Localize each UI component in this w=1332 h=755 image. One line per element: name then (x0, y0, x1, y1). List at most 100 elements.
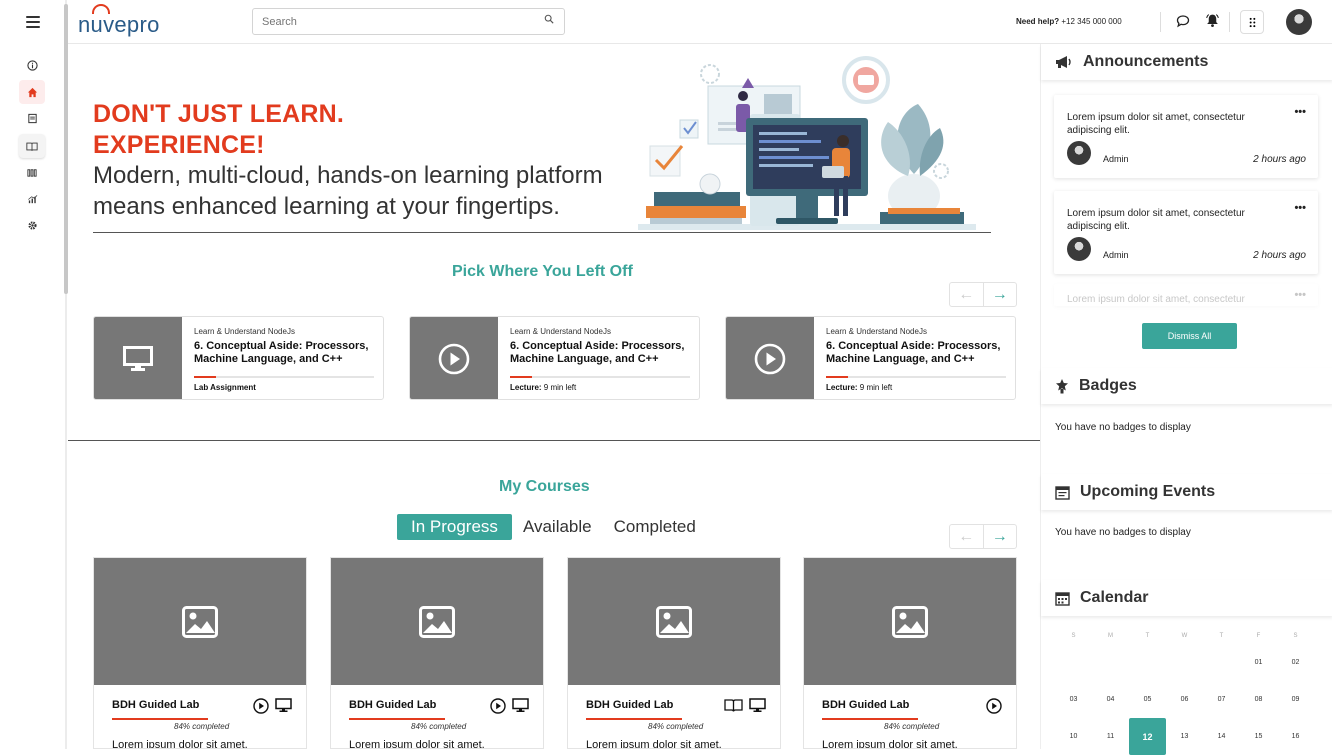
play-icon[interactable] (986, 698, 1002, 714)
calendar-day (1129, 644, 1166, 681)
course-progress-bar (349, 718, 445, 720)
resume-card-course: Learn & Understand NodeJs (826, 327, 927, 336)
info-icon[interactable] (19, 53, 45, 77)
resume-card-title[interactable]: 6. Conceptual Aside: Processors, Machine… (194, 340, 379, 366)
announcement-item[interactable]: Lorem ipsum dolor sit amet, consectetur … (1054, 191, 1318, 274)
resume-card-title[interactable]: 6. Conceptual Aside: Processors, Machine… (826, 340, 1011, 366)
calendar-day[interactable]: 11 (1092, 718, 1129, 755)
announcement-time: 2 hours ago (1253, 250, 1306, 261)
course-progress-label: 84% completed (174, 722, 230, 731)
course-name[interactable]: BDH Guided Lab (586, 699, 673, 711)
calendar-day[interactable]: 08 (1240, 681, 1277, 718)
play-icon[interactable] (253, 698, 269, 714)
tab-in-progress[interactable]: In Progress (397, 514, 512, 540)
dismiss-all-button[interactable]: Dismiss All (1142, 323, 1237, 349)
image-icon (656, 605, 692, 638)
book-icon[interactable] (19, 134, 45, 158)
home-icon[interactable] (19, 80, 45, 104)
hamburger-menu-icon[interactable] (26, 16, 40, 31)
calendar-weekday: T (1219, 633, 1224, 639)
calendar-day[interactable]: 15 (1240, 718, 1277, 755)
calendar-day[interactable]: 06 (1166, 681, 1203, 718)
search-input[interactable] (252, 8, 565, 35)
course-progress-bar (112, 718, 208, 720)
calendar-day[interactable]: 01 (1240, 644, 1277, 681)
course-name[interactable]: BDH Guided Lab (822, 699, 909, 711)
nuvepro-logo[interactable]: nuvepro (78, 4, 160, 38)
course-card[interactable]: BDH Guided Lab 84% completed Lorem ipsum… (93, 557, 307, 749)
monitor-icon[interactable] (749, 698, 766, 713)
right-panel: Announcements Lorem ipsum dolor sit amet… (1040, 44, 1332, 755)
resume-card-meta: Lab Assignment (194, 383, 256, 392)
announcement-author: Admin (1103, 250, 1129, 260)
hero-title-line-1: DON'T JUST LEARN. (93, 100, 345, 128)
scrollbar-thumb[interactable] (64, 4, 68, 294)
megaphone-icon (1056, 56, 1071, 68)
apps-grid-icon[interactable] (1240, 10, 1264, 34)
course-card[interactable]: BDH Guided Lab 84% completed Lorem ipsum… (803, 557, 1017, 749)
play-icon[interactable] (490, 698, 506, 714)
calendar-day[interactable]: 07 (1203, 681, 1240, 718)
tab-available[interactable]: Available (512, 514, 603, 540)
resume-card-meta-label: Lab Assignment (194, 383, 256, 392)
settings-icon[interactable] (19, 213, 45, 237)
calendar-week: 03 04 05 06 07 08 09 (1055, 681, 1325, 718)
carousel-next-button[interactable]: → (984, 525, 1017, 548)
calendar-icon (1055, 591, 1070, 606)
carousel-next-button[interactable]: → (984, 283, 1017, 306)
badges-header: Badges (1041, 368, 1332, 404)
chat-icon[interactable] (1176, 14, 1190, 31)
more-options-icon[interactable]: ••• (1294, 202, 1306, 214)
help-phone[interactable]: +12 345 000 000 (1061, 17, 1121, 26)
resume-card-title[interactable]: 6. Conceptual Aside: Processors, Machine… (510, 340, 695, 366)
calendar-weekday: M (1108, 633, 1113, 639)
resume-card[interactable]: Learn & Understand NodeJs 6. Conceptual … (725, 316, 1016, 400)
document-icon[interactable] (19, 106, 45, 130)
library-icon[interactable] (19, 160, 45, 184)
tab-completed[interactable]: Completed (603, 514, 707, 540)
resume-card-progress (826, 376, 1006, 378)
calendar-day-selected[interactable]: 12 (1129, 718, 1166, 755)
search-icon[interactable] (544, 14, 554, 27)
hero-title-line-2: EXPERIENCE! (93, 131, 265, 159)
monitor-icon[interactable] (275, 698, 292, 713)
course-card[interactable]: BDH Guided Lab 84% completed Lorem ipsum… (330, 557, 544, 749)
calendar-day[interactable]: 10 (1055, 718, 1092, 755)
course-type-icons (724, 698, 766, 713)
calendar-day[interactable]: 14 (1203, 718, 1240, 755)
resume-card-meta-value: 9 min left (859, 383, 893, 392)
resume-card[interactable]: Learn & Understand NodeJs 6. Conceptual … (93, 316, 384, 400)
announcement-item[interactable]: Lorem ipsum dolor sit amet, consectetur … (1054, 95, 1318, 178)
resume-card[interactable]: Learn & Understand NodeJs 6. Conceptual … (409, 316, 700, 400)
calendar-day[interactable]: 04 (1092, 681, 1129, 718)
calendar-day[interactable]: 09 (1277, 681, 1314, 718)
monitor-icon[interactable] (512, 698, 529, 713)
header-divider (1229, 12, 1230, 32)
calendar-day[interactable]: 16 (1277, 718, 1314, 755)
calendar-day[interactable]: 13 (1166, 718, 1203, 755)
play-icon[interactable] (438, 343, 470, 375)
analytics-icon[interactable] (19, 187, 45, 211)
calendar-day (1092, 644, 1129, 681)
courses-carousel-nav: ← → (949, 524, 1017, 549)
course-name[interactable]: BDH Guided Lab (112, 699, 199, 711)
book-icon[interactable] (724, 698, 743, 713)
announcements-header: Announcements (1041, 44, 1332, 80)
help-label: Need help? (1016, 17, 1060, 26)
course-name[interactable]: BDH Guided Lab (349, 699, 436, 711)
calendar-day[interactable]: 02 (1277, 644, 1314, 681)
bell-icon[interactable] (1205, 13, 1220, 31)
play-icon[interactable] (754, 343, 786, 375)
calendar-week: 10 11 12 13 14 15 16 (1055, 718, 1325, 755)
course-card[interactable]: BDH Guided Lab 84% completed Lorem ipsum… (567, 557, 781, 749)
calendar-title: Calendar (1080, 589, 1149, 606)
user-avatar[interactable] (1286, 9, 1312, 35)
calendar-day[interactable]: 03 (1055, 681, 1092, 718)
carousel-prev-button[interactable]: ← (950, 525, 984, 548)
upcoming-events-title: Upcoming Events (1080, 483, 1216, 500)
course-type-icons (490, 698, 529, 714)
carousel-prev-button[interactable]: ← (950, 283, 984, 306)
calendar-day[interactable]: 05 (1129, 681, 1166, 718)
more-options-icon[interactable]: ••• (1294, 106, 1306, 118)
course-progress-bar (586, 718, 682, 720)
